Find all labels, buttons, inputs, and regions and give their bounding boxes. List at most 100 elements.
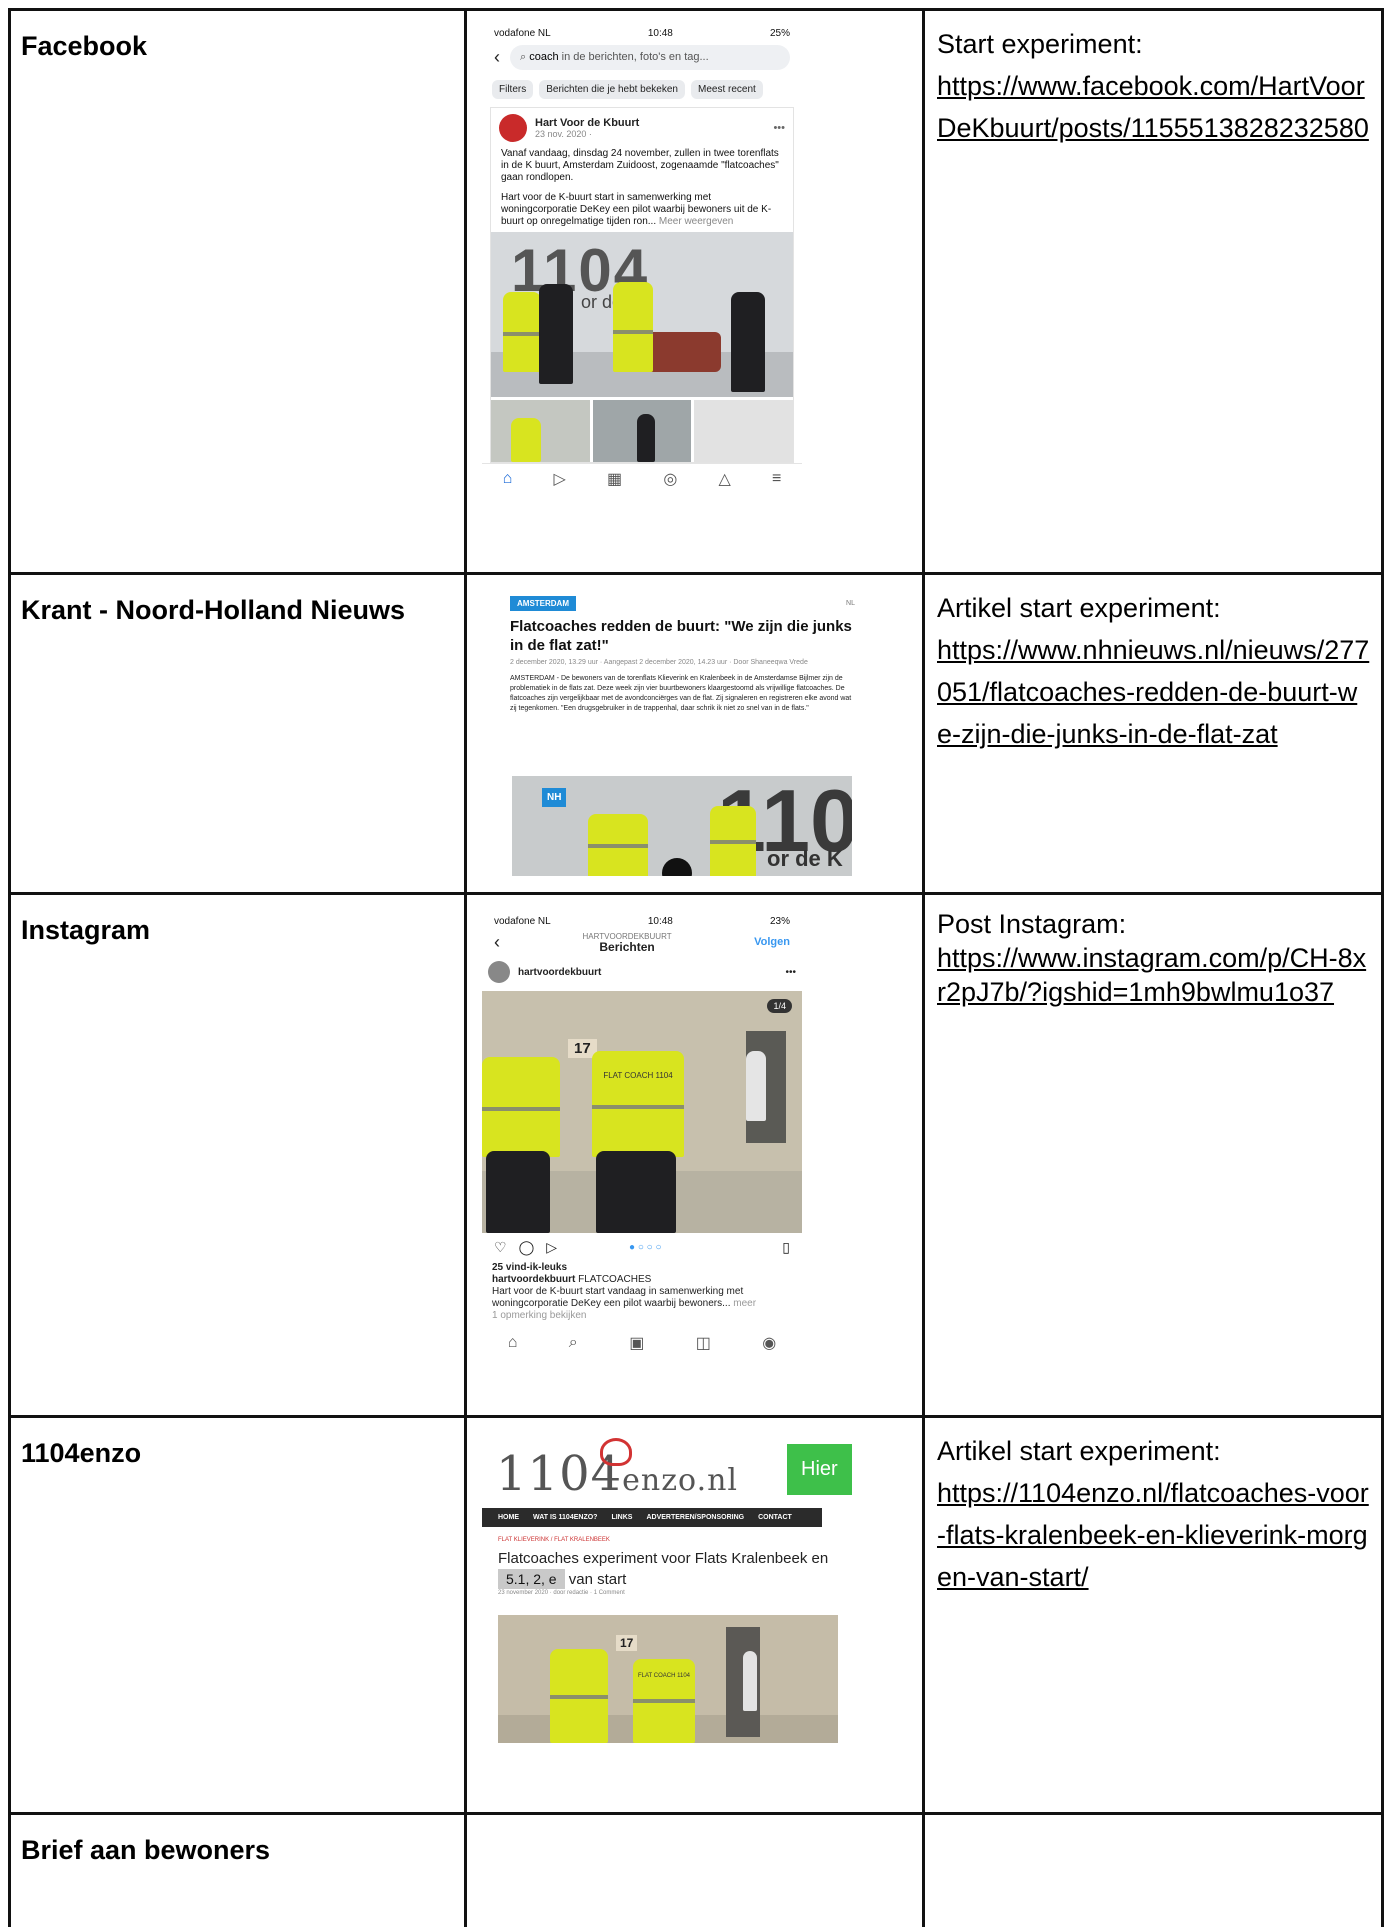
enzo-link[interactable]: https://1104enzo.nl/flatcoaches-voor-fla… — [937, 1472, 1371, 1598]
user-avatar — [488, 961, 510, 983]
phone-status-bar: vodafone NL 10:48 25% — [482, 24, 802, 43]
header-title: Berichten — [599, 940, 655, 954]
redaction-box: 5.1, 2, e — [498, 1569, 565, 1589]
post-date: 23 nov. 2020 · — [535, 129, 592, 139]
jacket-text: FLAT COACH 1104 — [603, 1071, 673, 1080]
profile-icon: ◉ — [762, 1335, 777, 1352]
nhnieuws-screenshot: AMSTERDAM NL Flatcoaches redden de buurt… — [510, 596, 855, 876]
post-text-1: Vanaf vandaag, dinsdag 24 november, zull… — [501, 148, 779, 183]
media-table: Facebook vodafone NL 10:48 25% ‹ ⌕ coach… — [0, 0, 1388, 1927]
instagram-actions: ♡ ◯ ▷ ● ○ ○ ○ ▯ — [482, 1233, 802, 1262]
search-icon: ⌕ — [568, 1334, 578, 1351]
post-photo: 1104 or de — [491, 232, 793, 397]
play-icon — [662, 858, 692, 876]
caption-body: Hart voor de K-buurt start vandaag in sa… — [492, 1286, 744, 1309]
instagram-photo: 17 1/4 FLAT COACH 1104 — [482, 991, 802, 1233]
caption-header: hartvoordekbuurt FLATCOACHES — [492, 1274, 792, 1286]
facebook-tab-bar: ⌂ ▷ ▦ ◎ △ ≡ — [482, 463, 802, 494]
nav-contact: CONTACT — [758, 1514, 792, 1521]
instagram-screenshot: vodafone NL 10:48 23% ‹ HARTVOORDEKBUURT… — [482, 912, 802, 1352]
logo-suffix: enzo.nl — [622, 1463, 739, 1498]
username: hartvoordekbuurt — [518, 966, 602, 978]
nav-about: WAT IS 1104ENZO? — [533, 1514, 598, 1521]
enzo-description: Artikel start experiment: https://1104en… — [925, 1418, 1381, 1598]
shop-icon: ◫ — [695, 1335, 711, 1352]
home-icon: ⌂ — [502, 470, 513, 487]
instagram-tab-bar: ⌂ ⌕ ▣ ◫ ◉ — [482, 1328, 802, 1352]
article-meta: 2 december 2020, 13.29 uur · Aangepast 2… — [510, 659, 808, 666]
facebook-link[interactable]: https://www.facebook.com/HartVoorDeKbuur… — [937, 65, 1371, 149]
photo-counter: 1/4 — [767, 999, 792, 1013]
caption-user: hartvoordekbuurt — [492, 1274, 576, 1285]
facebook-screenshot: vodafone NL 10:48 25% ‹ ⌕ coach in de be… — [482, 24, 802, 504]
facebook-description: Start experiment: https://www.facebook.c… — [925, 11, 1381, 149]
article-video: 110 or de K NH — [512, 776, 852, 876]
more-options-icon: ••• — [785, 966, 796, 978]
door-number: 17 — [616, 1635, 638, 1651]
search-query: coach — [529, 51, 559, 63]
jacket-text: FLAT COACH 1104 — [637, 1673, 691, 1679]
article-meta: 23 november 2020 · door redactie · 1 Com… — [498, 1590, 625, 1596]
back-arrow-icon: ‹ — [494, 931, 500, 952]
enzo-nav-bar: HOME WAT IS 1104ENZO? LINKS ADVERTEREN/S… — [482, 1508, 822, 1527]
marketplace-icon: ▦ — [606, 471, 623, 488]
search-rest: in de berichten, foto's en tag... — [558, 51, 709, 63]
photo-thumbnails — [491, 400, 794, 462]
hier-banner: Hier — [787, 1444, 852, 1495]
page-avatar — [499, 114, 527, 142]
time-label: 10:48 — [647, 916, 673, 927]
enzo-screenshot: 1104enzo.nl Hier HOME WAT IS 1104ENZO? L… — [482, 1436, 858, 1746]
post-header: Hart Voor de Kbuurt 23 nov. 2020 · ••• — [491, 108, 793, 144]
more-link: Meer weergeven — [658, 216, 734, 227]
heart-icon — [600, 1438, 632, 1466]
home-icon: ⌂ — [507, 1334, 518, 1351]
nav-home: HOME — [498, 1514, 519, 1521]
brief-description — [925, 1815, 1381, 1827]
enzo-photo: 17 FLAT COACH 1104 — [498, 1615, 838, 1743]
nh-logo-badge: NH — [542, 788, 567, 807]
instagram-link[interactable]: https://www.instagram.com/p/CH-8xr2pJ7b/… — [937, 941, 1371, 1009]
battery-label: 25% — [769, 28, 790, 39]
comments-link: 1 opmerking bekijken — [492, 1310, 587, 1321]
category-tag: AMSTERDAM — [510, 596, 576, 611]
menu-icon: ≡ — [772, 470, 782, 487]
post-text-2: Hart voor de K-buurt start in samenwerki… — [491, 188, 793, 232]
reels-icon: ▣ — [629, 1335, 645, 1352]
nhnieuws-link[interactable]: https://www.nhnieuws.nl/nieuws/277051/fl… — [937, 629, 1371, 755]
facebook-post: Hart Voor de Kbuurt 23 nov. 2020 · ••• V… — [490, 107, 794, 463]
nav-links: LINKS — [611, 1514, 633, 1521]
instagram-description: Post Instagram: https://www.instagram.co… — [925, 895, 1381, 1009]
more-options-icon: ••• — [773, 122, 785, 134]
nhnieuws-desc-label: Artikel start experiment: — [937, 593, 1221, 623]
platform-facebook: Facebook — [21, 31, 148, 61]
nhnieuws-description: Artikel start experiment: https://www.nh… — [925, 575, 1381, 755]
caption-more: meer — [733, 1298, 757, 1309]
heart-icon: ♡ — [494, 1239, 507, 1255]
search-input: ⌕ coach in de berichten, foto's en tag..… — [510, 45, 790, 70]
battery-label: 23% — [769, 916, 790, 927]
chip-filters: Filters — [492, 80, 534, 99]
facebook-desc-label: Start experiment: — [937, 29, 1143, 59]
instagram-header: ‹ HARTVOORDEKBUURT Berichten Volgen — [482, 931, 802, 954]
table-border-right — [1381, 8, 1384, 1927]
post-user-row: hartvoordekbuurt ••• — [482, 953, 802, 991]
table-divider-1 — [464, 8, 467, 1927]
comment-icon: ◯ — [518, 1239, 535, 1255]
article-title-line2: 5.1, 2, e van start — [498, 1569, 842, 1590]
nav-advertising: ADVERTEREN/SPONSORING — [646, 1514, 745, 1521]
page-name: Hart Voor de Kbuurt — [535, 117, 640, 129]
carrier-label: vodafone NL — [494, 28, 551, 39]
carousel-dots: ● ○ ○ ○ — [629, 1242, 662, 1253]
search-icon: ⌕ — [520, 51, 530, 63]
platform-1104enzo: 1104enzo — [21, 1438, 142, 1468]
share-icon: ▷ — [546, 1239, 558, 1255]
article-category: FLAT KLIEVERINK / FLAT KRALENBEEK — [498, 1537, 610, 1543]
instagram-desc-label: Post Instagram: — [937, 909, 1127, 939]
title-line2-text: van start — [568, 1571, 627, 1588]
likes-count: 25 vind-ik-leuks — [492, 1262, 568, 1273]
back-arrow-icon: ‹ — [494, 47, 500, 67]
filter-chips: Filters Berichten die je hebt bekeken Me… — [482, 72, 802, 105]
wall-subtext: or de K — [767, 846, 843, 871]
platform-brief: Brief aan bewoners — [21, 1835, 271, 1865]
article-title-line1: Flatcoaches experiment voor Flats Kralen… — [498, 1550, 829, 1567]
